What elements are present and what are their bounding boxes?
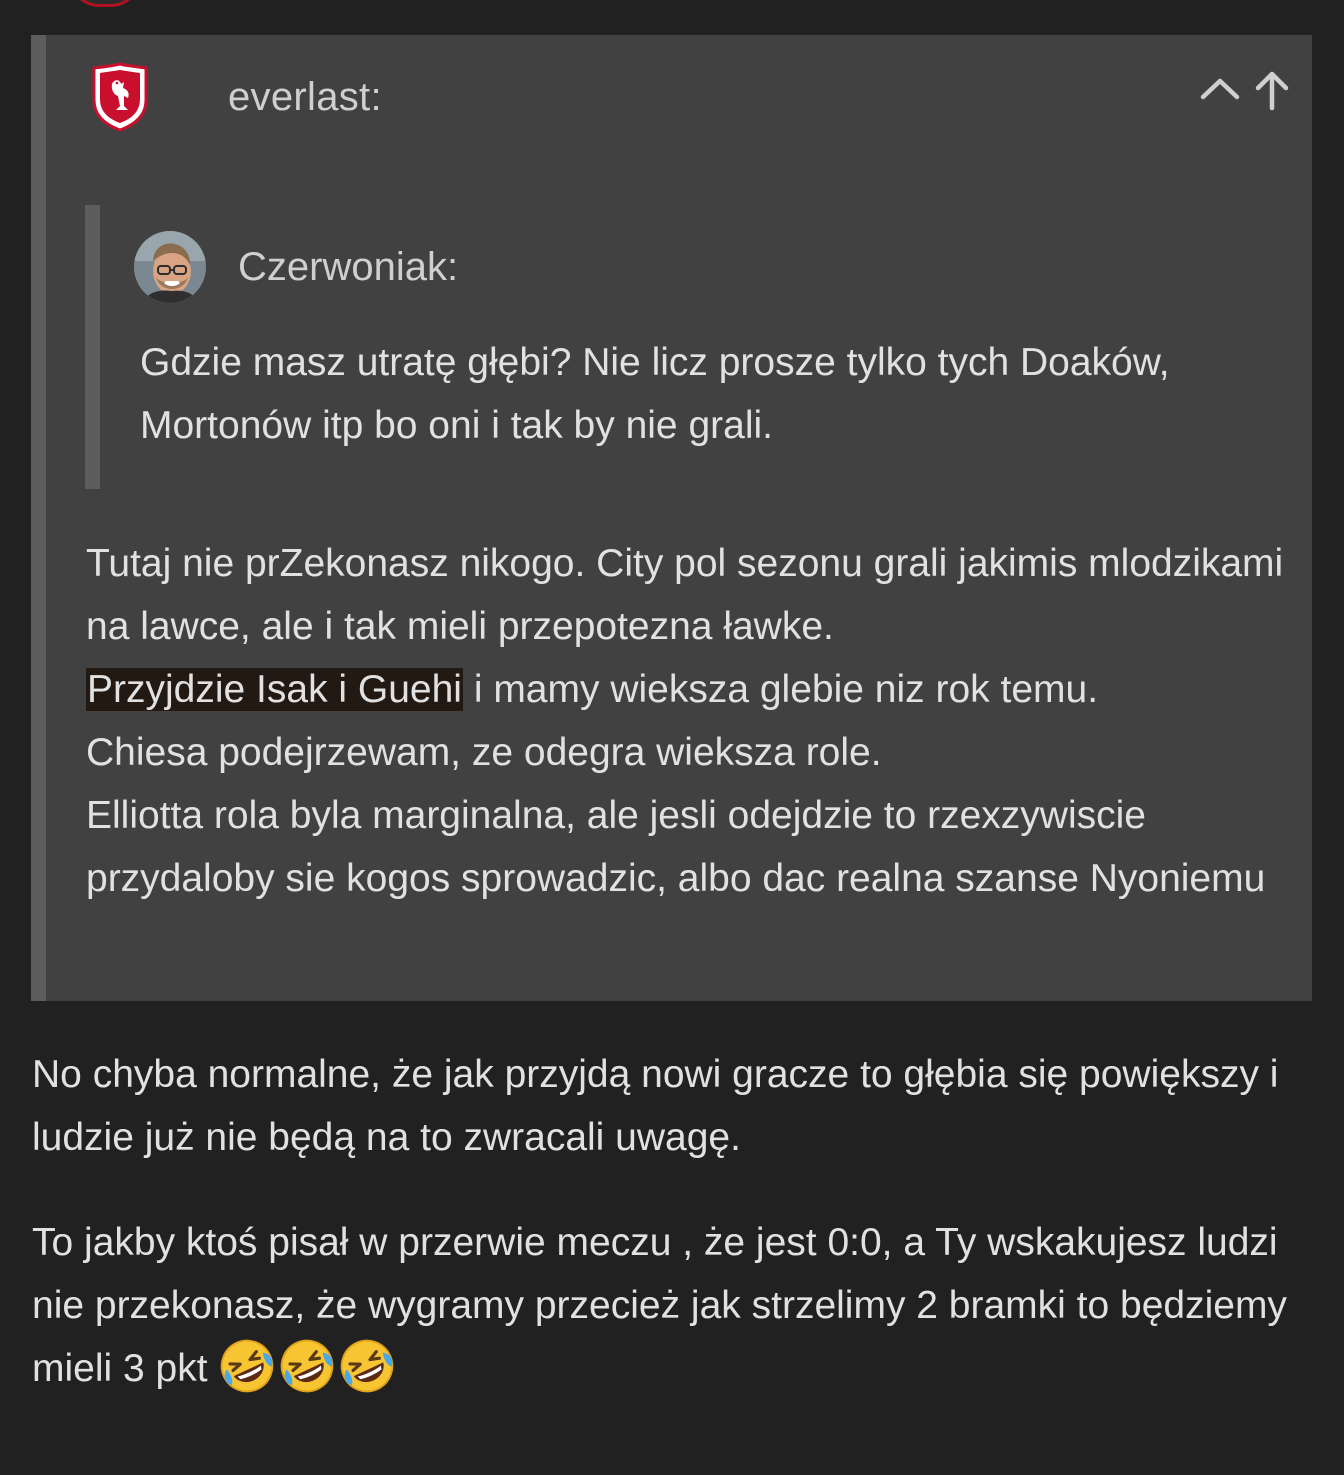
quote-paragraph: Tutaj nie prZekonasz nikogo. City pol se… [86,542,1284,648]
reply-paragraph: To jakby ktoś pisał w przerwie meczu , ż… [32,1211,1322,1400]
quote-header: everlast: [90,61,382,133]
quote-text-fragment: i mamy wieksza glebie niz rok temu. [462,668,1099,711]
quote-text: Tutaj nie prZekonasz nikogo. City pol se… [86,532,1286,910]
nested-quote-author[interactable]: Czerwoniak: [238,245,458,290]
chevron-up-icon[interactable] [1198,73,1242,103]
nested-quote-text: Gdzie masz utratę głębi? Nie licz prosze… [140,341,1170,447]
nested-quote-header: Czerwoniak: [134,231,458,303]
quote-paragraph: Przyjdzie Isak i Guehi i mamy wieksza gl… [86,658,1286,721]
highlighted-text: Przyjdzie Isak i Guehi [86,668,463,711]
reply-paragraph: No chyba normalne, że jak przyjdą nowi g… [32,1053,1279,1159]
rolling-on-floor-laughing-icon [221,1339,274,1393]
quote-paragraph: Elliotta rola byla marginalna, ale jesli… [86,794,1266,900]
nested-quote-block: Czerwoniak: Gdzie masz utratę głębi? Nie… [85,205,1285,489]
emoji-group [218,1339,398,1393]
arrow-up-icon[interactable] [1252,69,1292,111]
user-avatar[interactable] [134,231,206,303]
previous-post-avatar [70,0,140,7]
quote-paragraph: Chiesa podejrzewam, ze odegra wieksza ro… [86,731,882,774]
rolling-on-floor-laughing-icon [341,1339,394,1393]
club-crest-avatar[interactable] [90,62,150,132]
quote-block: everlast: Czerwoniak: Gdzie masz utratę … [31,35,1312,1001]
quote-author[interactable]: everlast: [228,75,382,120]
rolling-on-floor-laughing-icon [281,1339,334,1393]
